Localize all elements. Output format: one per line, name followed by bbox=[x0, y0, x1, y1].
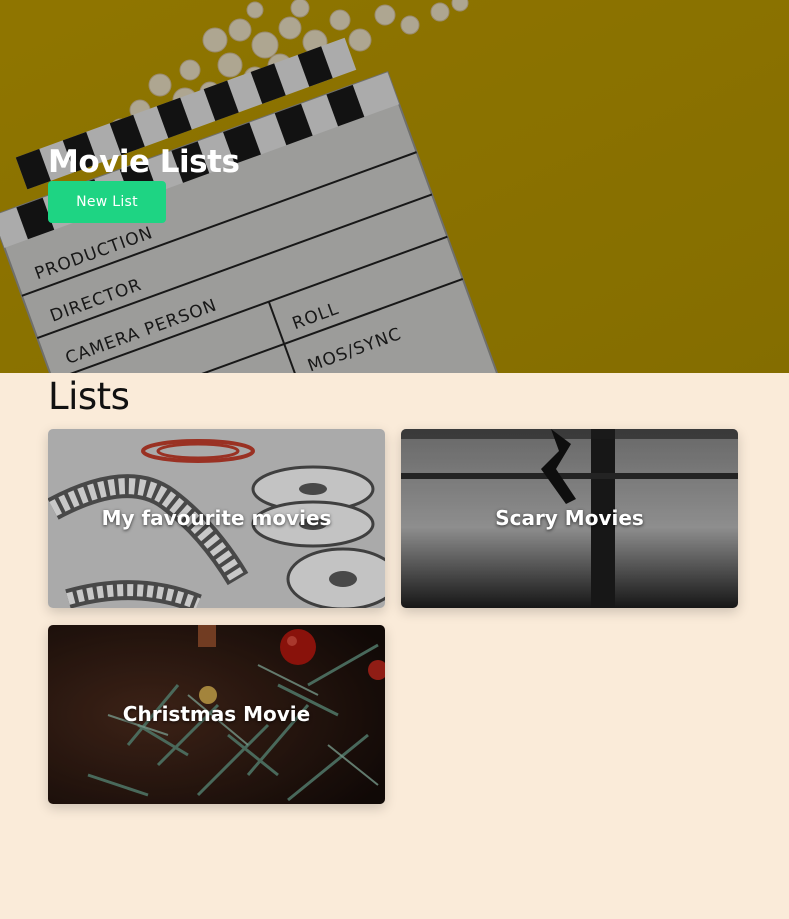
list-card-christmas-movie[interactable]: Christmas Movie bbox=[48, 625, 385, 804]
page-title: Movie Lists bbox=[48, 144, 240, 180]
new-list-button[interactable]: New List bbox=[48, 181, 166, 223]
list-card-title: My favourite movies bbox=[101, 506, 332, 530]
list-card-scary-movies[interactable]: Scary Movies bbox=[401, 429, 738, 608]
lists-heading: Lists bbox=[48, 375, 130, 418]
list-card-title: Christmas Movie bbox=[122, 702, 311, 726]
list-card-title: Scary Movies bbox=[495, 506, 644, 530]
list-card-my-favourite-movies[interactable]: My favourite movies bbox=[48, 429, 385, 608]
hero-banner: PRODUCTION DIRECTOR CAMERA PERSON SCENE … bbox=[0, 0, 789, 373]
